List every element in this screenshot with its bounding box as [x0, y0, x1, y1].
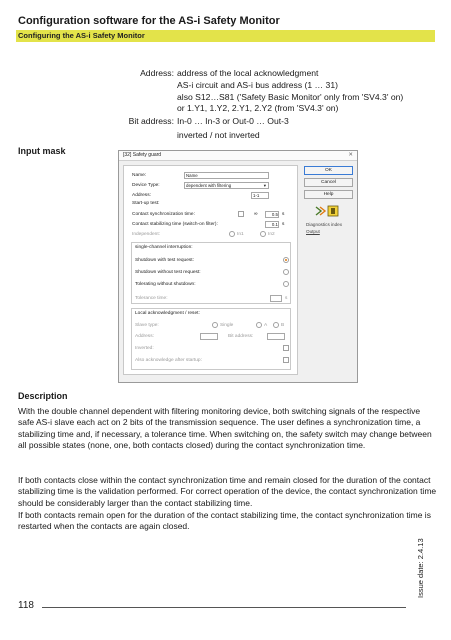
also-ack-label: Also acknowledge after startup:: [135, 358, 202, 363]
def-line: or 1.Y1, 1.Y2, 2.Y1, 2.Y2 (from 'SV4.3' …: [177, 103, 339, 114]
dialog-titlebar: [32] Safety guard ✕: [119, 151, 357, 161]
stab-time-label: Contact stabilizing time (switch-on filt…: [132, 222, 218, 227]
document-title: Configuration software for the AS-i Safe…: [18, 15, 280, 27]
section-subtitle: Configuring the AS-i Safety Monitor: [18, 31, 145, 40]
description-paragraph: With the double channel dependent with f…: [18, 406, 432, 451]
def-line: In-0 … In-3 or Out-0 … Out-3: [177, 116, 289, 126]
inverted-label: Inverted:: [135, 346, 154, 351]
address-select[interactable]: 1-1: [251, 192, 269, 199]
description-paragraph: If both contacts close within the contac…: [18, 475, 437, 508]
address-label: Address:: [132, 193, 151, 198]
diagnostics-index-link[interactable]: Diagnostics index: [306, 222, 342, 227]
def-line: AS-i circuit and AS-i bus address (1 … 3…: [177, 79, 338, 90]
tolerance-unit: s: [285, 296, 288, 301]
bit-address-label: Bit address:: [228, 334, 254, 339]
device-type-select[interactable]: dependent with filtering ▾: [184, 182, 269, 189]
bit-address-select[interactable]: [267, 333, 285, 340]
device-type-value: dependent with filtering: [186, 183, 232, 188]
slave-type-label: Slave type:: [135, 323, 159, 328]
shutdown-test-radio[interactable]: [283, 257, 289, 263]
sync-time-label: Contact synchronization time:: [132, 212, 195, 217]
footer-rule: [42, 607, 406, 608]
radio-in2[interactable]: [260, 231, 266, 237]
infinity-icon: ∞: [254, 211, 258, 217]
interruption-label: single-channel interruption:: [135, 245, 193, 250]
name-input[interactable]: Name: [184, 172, 269, 179]
def-key-bit-address: Bit address:: [128, 116, 174, 126]
tolerance-input[interactable]: [270, 295, 282, 302]
tolerating-label: Tolerating without shutdown:: [135, 282, 196, 287]
description-label: Description: [18, 391, 68, 401]
tolerance-label: Tolerance time:: [135, 296, 168, 301]
also-ack-checkbox[interactable]: [283, 357, 289, 363]
radio-in2-label: In2: [268, 232, 275, 237]
single-radio[interactable]: [212, 322, 218, 328]
local-ack-label: Local acknowledgment / reset:: [135, 311, 200, 316]
sync-time-input[interactable]: 0.5: [265, 211, 279, 218]
stab-unit: s: [282, 222, 285, 227]
safety-guard-dialog: [32] Safety guard ✕ Name: Name Device Ty…: [118, 150, 358, 383]
cancel-button[interactable]: Cancel: [304, 178, 353, 187]
a-label: A: [264, 323, 268, 328]
address-value: 1-1: [253, 193, 260, 198]
dialog-title: [32] Safety guard: [123, 152, 162, 158]
page-number: 118: [18, 600, 34, 611]
help-button[interactable]: Help: [304, 190, 353, 199]
radio-in1[interactable]: [229, 231, 235, 237]
issue-date: Issue date: 2.4.13: [416, 538, 425, 598]
a-radio[interactable]: [256, 322, 262, 328]
def-val-bit-address: In-0 … In-3 or Out-0 … Out-3 inverted / …: [177, 116, 289, 142]
startup-test-label: Start-up test:: [132, 201, 160, 206]
independent-label: Independent:: [132, 232, 161, 237]
dialog-form: Name: Name Device Type: dependent with f…: [123, 165, 298, 375]
chevron-down-icon: ▾: [263, 183, 266, 188]
sync-inf-checkbox[interactable]: [238, 211, 244, 217]
single-label: Single: [220, 323, 234, 328]
shutdown-notest-radio[interactable]: [283, 269, 289, 275]
sync-unit: s: [282, 212, 285, 217]
shutdown-notest-label: Shutdown without test request:: [135, 270, 201, 275]
def-val-address: address of the local acknowledgment AS-i…: [177, 68, 403, 115]
close-icon[interactable]: ✕: [348, 152, 353, 158]
local-ack-group: Local acknowledgment / reset: Slave type…: [131, 308, 291, 370]
inverted-checkbox[interactable]: [283, 345, 289, 351]
output-link[interactable]: Output: [306, 229, 320, 234]
safety-guard-icon: [315, 205, 341, 217]
device-type-label: Device Type:: [132, 183, 160, 188]
b-label: B: [281, 323, 285, 328]
input-mask-label: Input mask: [18, 146, 66, 156]
ack-address-label: Address:: [135, 334, 154, 339]
shutdown-test-label: Shutdown with test request:: [135, 258, 194, 263]
description-paragraph: If both contacts remain open for the dur…: [18, 510, 431, 532]
b-radio[interactable]: [273, 322, 279, 328]
interruption-group: single-channel interruption: Shutdown wi…: [131, 242, 291, 304]
tolerating-radio[interactable]: [283, 281, 289, 287]
stab-time-input[interactable]: 0.1: [265, 221, 279, 228]
def-line: address of the local acknowledgment: [177, 68, 319, 78]
ack-address-select[interactable]: [200, 333, 218, 340]
def-line: also S12…S81 ('Safety Basic Monitor' onl…: [177, 91, 404, 102]
def-key-address: Address:: [140, 68, 174, 78]
ok-button[interactable]: OK: [304, 166, 353, 175]
def-line: inverted / not inverted: [177, 129, 260, 140]
name-label: Name:: [132, 173, 147, 178]
radio-in1-label: In1: [237, 232, 244, 237]
